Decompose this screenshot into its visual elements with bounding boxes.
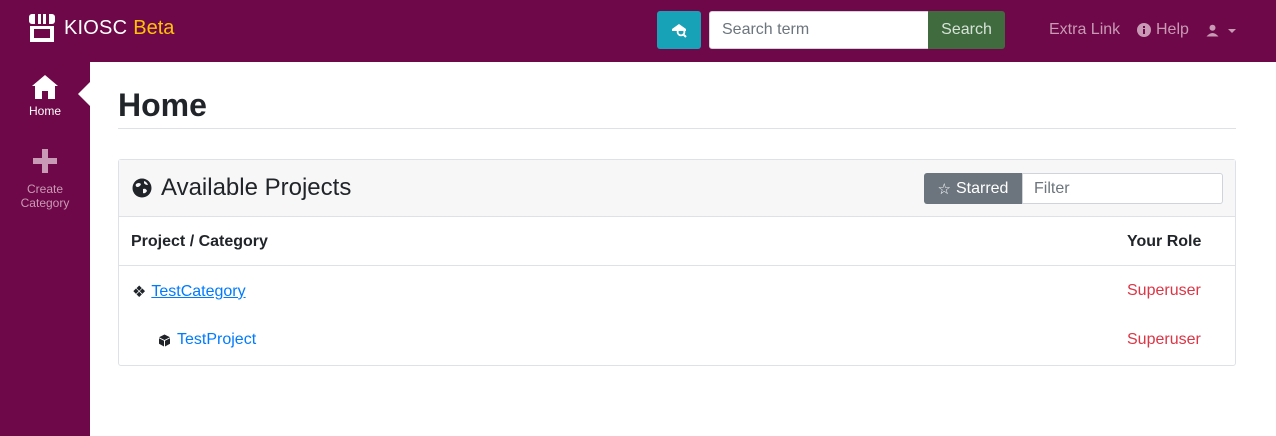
sidebar-item-create-category[interactable]: Create Category [0,148,90,210]
table-row: TestProject [158,331,256,349]
sidebar-item-label: Create Category [20,182,70,210]
search-icon [672,24,687,38]
header-divider [119,265,1235,266]
sidebar-item-home[interactable]: Home [0,74,90,118]
globe-icon [132,178,152,198]
extra-link[interactable]: Extra Link [1049,21,1120,39]
kiosk-logo-icon [29,14,55,42]
filter-input[interactable] [1022,173,1223,204]
plus-icon [33,149,57,173]
user-menu-dropdown[interactable] [1206,24,1236,37]
top-navbar: KIOSC Beta Search Extra Link Help [0,0,1276,62]
brand-name: KIOSC [64,16,128,39]
beta-label: Beta [133,16,175,39]
sidebar: Home Create Category [0,62,90,436]
help-link[interactable]: Help [1137,21,1189,39]
advanced-search-button[interactable] [657,11,701,49]
sidebar-item-label: Home [28,104,61,118]
category-link[interactable]: TestCategory [151,283,245,301]
card-header: Available Projects ☆ Starred [119,160,1235,217]
starred-filter-button[interactable]: ☆ Starred [924,173,1022,204]
card-title-text: Available Projects [161,174,352,201]
table-row: ❖ TestCategory [132,282,246,302]
cube-icon [159,334,170,346]
card-title: Available Projects [132,174,351,202]
category-icon: ❖ [132,284,147,301]
role-label: Superuser [1127,282,1201,299]
available-projects-card: Available Projects ☆ Starred Project / C… [118,159,1236,366]
starred-label: Starred [955,179,1009,197]
column-header-project: Project / Category [131,233,268,250]
active-item-pointer [78,82,90,106]
home-icon [32,75,58,99]
star-icon: ☆ [937,180,951,198]
brand[interactable]: KIOSC Beta [28,12,174,44]
chevron-down-icon [1228,28,1236,33]
info-icon [1137,23,1151,37]
project-link[interactable]: TestProject [177,331,256,349]
page-title: Home [118,87,207,123]
role-label: Superuser [1127,331,1201,348]
search-input[interactable] [709,11,929,49]
user-icon [1206,24,1219,37]
help-label: Help [1156,21,1189,38]
title-divider [118,128,1236,129]
search-button[interactable]: Search [928,11,1005,49]
column-header-role: Your Role [1127,233,1202,250]
